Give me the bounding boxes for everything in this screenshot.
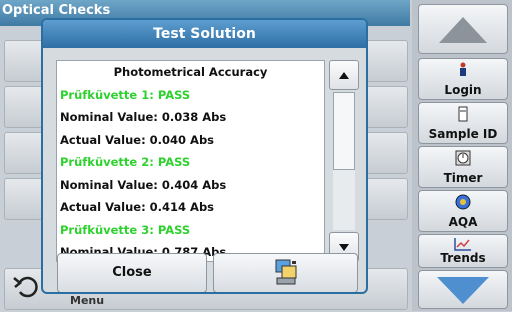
list-scroll-up-button[interactable] [329,60,359,90]
triangle-up-icon [339,72,349,79]
transfer-data-button[interactable] [213,253,358,292]
list-item: Nominal Value: 0.038 Abs [60,110,227,124]
sample-id-button[interactable]: Sample ID [418,102,508,144]
aqa-icon [419,194,507,214]
scroll-thumb[interactable] [333,92,355,170]
timer-button[interactable]: Timer [418,146,508,188]
triangle-up-icon [439,17,487,43]
list-item: Prüfküvette 1: PASS [60,87,191,102]
test-solution-dialog: Test Solution Photometrical Accuracy Prü… [41,18,368,294]
timer-label: Timer [443,171,483,185]
list-item: Nominal Value: 0.404 Abs [60,177,227,192]
sample-id-icon [419,106,507,126]
person-icon [419,62,507,82]
triangle-down-icon [437,277,489,304]
list-item: Photometrical Accuracy [113,65,268,79]
list-item: Prüfküvette 3: PASS [60,222,191,237]
dialog-title: Test Solution [43,20,366,48]
login-button[interactable]: Login [418,58,508,100]
trends-label: Trends [440,251,486,265]
list-scrollbar[interactable] [329,60,359,262]
right-sidebar: Login Sample ID Timer AQA Trends [412,0,512,311]
results-list[interactable]: Photometrical Accuracy Prüfküvette 1: PA… [56,60,325,262]
trends-button[interactable]: Trends [418,234,508,268]
list-item: Prüfküvette 2: PASS [60,155,191,169]
close-button[interactable]: Close [57,253,207,292]
sample-id-label: Sample ID [428,127,498,141]
scroll-down-button[interactable] [418,270,508,309]
list-item: Actual Value: 0.414 Abs [60,200,215,214]
login-label: Login [444,83,482,97]
menu-label[interactable]: Menu [70,294,104,307]
aqa-label: AQA [448,215,478,229]
timer-icon [419,150,507,170]
background-title: Optical Checks [2,3,111,18]
scroll-up-button[interactable] [418,4,508,54]
aqa-button[interactable]: AQA [418,190,508,232]
list-item: Actual Value: 0.040 Abs [60,132,215,147]
computer-transfer-icon [275,259,297,285]
